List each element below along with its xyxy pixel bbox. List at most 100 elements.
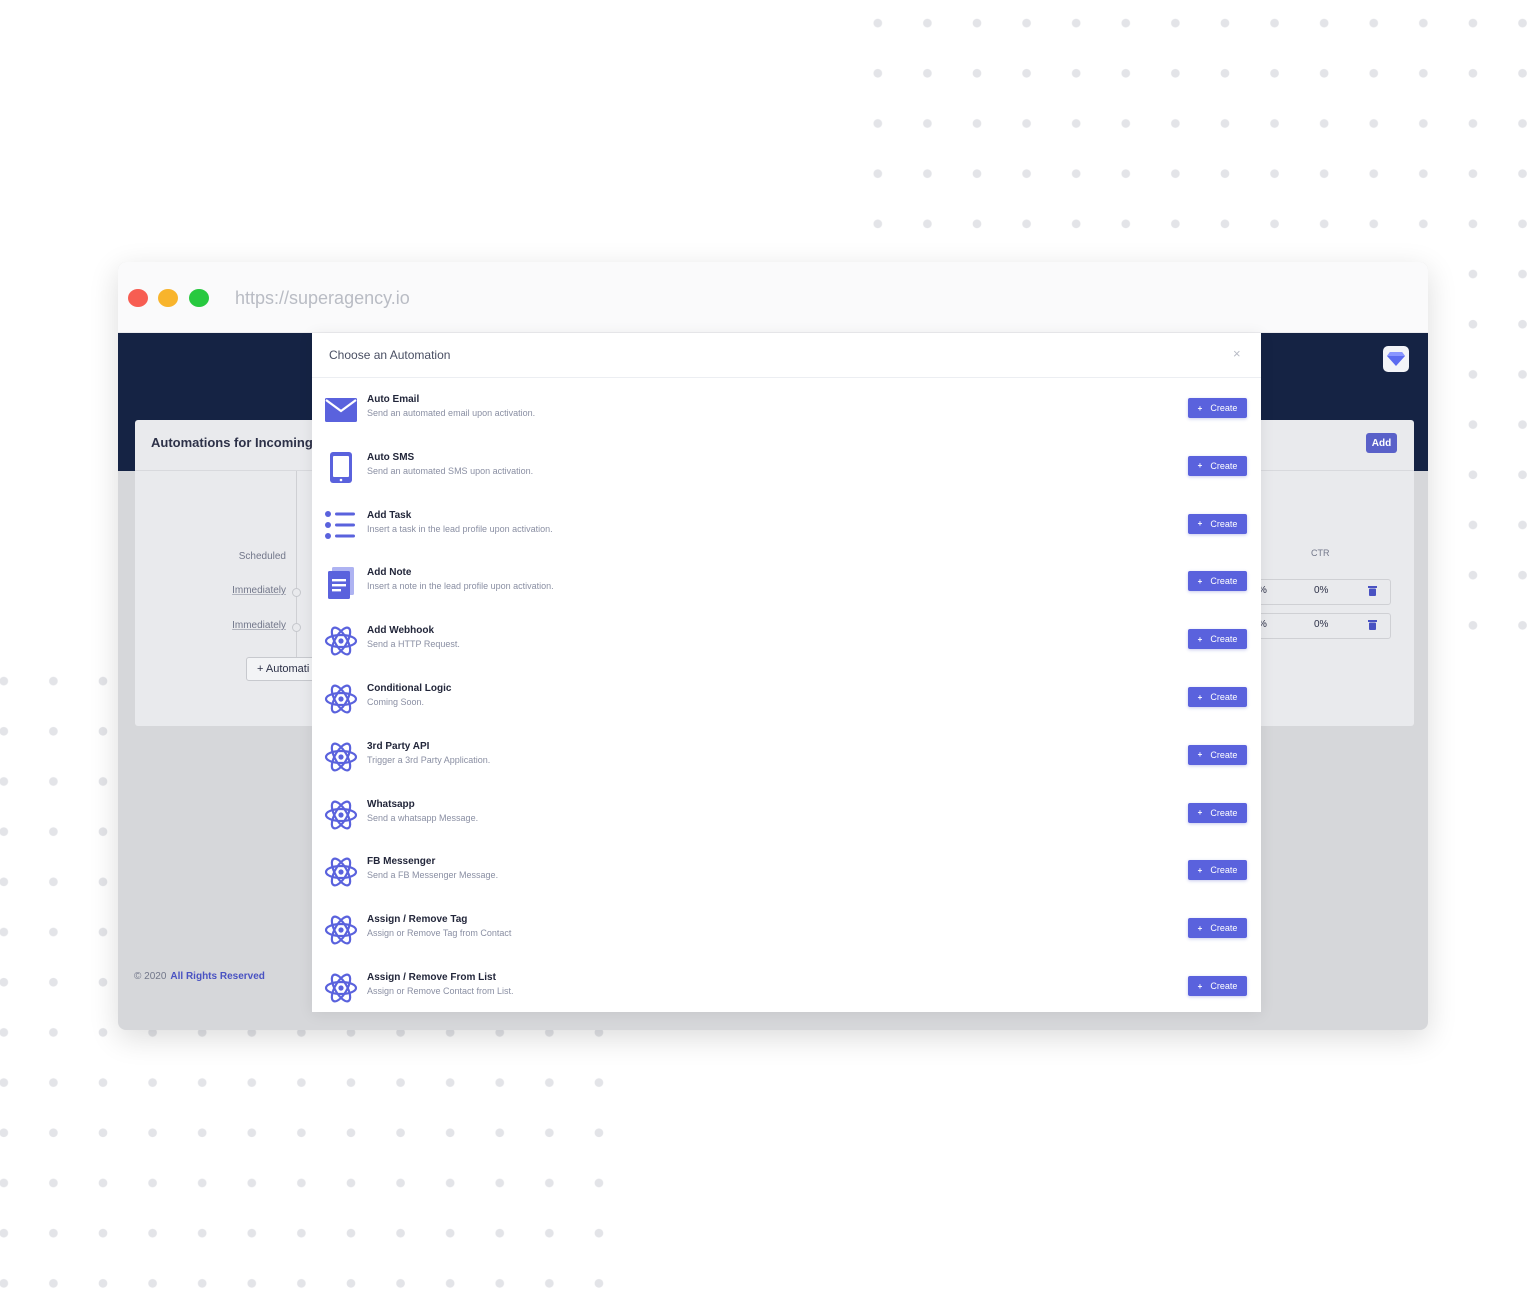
create-button[interactable]: + Create — [1188, 802, 1247, 823]
atom-icon — [324, 740, 358, 774]
automation-item-add-task: Add Task Insert a task in the lead profil… — [312, 503, 1261, 553]
automation-description: Send a whatsapp Message. — [367, 812, 479, 823]
atom-icon — [324, 971, 358, 1005]
browser-titlebar: https://superagency.io — [118, 262, 1428, 333]
automation-name: Auto SMS — [367, 451, 415, 463]
plus-icon: + — [1197, 808, 1203, 818]
timeline-node — [292, 623, 301, 632]
automation-description: Trigger a 3rd Party Application. — [367, 754, 491, 765]
create-button[interactable]: + Create — [1188, 918, 1247, 939]
create-button[interactable]: + Create — [1188, 455, 1247, 476]
automation-name: Auto Email — [367, 394, 420, 405]
automation-item-auto-email: Auto Email Send an automated email upon a… — [312, 387, 1261, 437]
automation-name: Add Webhook — [367, 625, 435, 637]
browser-window: https://superagency.io Automations for I… — [118, 262, 1428, 1030]
atom-icon — [324, 682, 358, 716]
automation-name: Add Task — [367, 509, 412, 521]
create-button[interactable]: + Create — [1188, 629, 1247, 650]
plus-icon: + — [1197, 461, 1203, 471]
create-button[interactable]: + Create — [1188, 744, 1247, 765]
automation-description: Assign or Remove Contact from List. — [367, 986, 514, 996]
timing-link[interactable]: Immediately — [232, 620, 286, 631]
ctr-value: 0% — [1314, 619, 1329, 630]
maximize-window-button[interactable] — [189, 289, 209, 307]
card-title: Automations for Incoming L — [151, 435, 325, 450]
automation-name: Add Note — [367, 567, 412, 579]
timeline-node — [292, 588, 301, 597]
plus-icon: + — [1197, 865, 1203, 875]
automation-item-assign-remove-from-list: Assign / Remove From List Assign or Remov… — [312, 965, 1261, 1015]
create-label: Create — [1210, 576, 1238, 587]
choose-automation-modal: Choose an Automation × Auto Email Send an… — [312, 333, 1261, 1012]
create-label: Create — [1210, 807, 1238, 818]
footer-link[interactable]: All Rights Reserved — [170, 971, 264, 982]
plus-icon: + — [1197, 519, 1203, 529]
plus-icon: + — [1197, 576, 1203, 586]
add-button[interactable]: Add — [1366, 433, 1397, 453]
close-icon[interactable]: × — [1233, 346, 1241, 361]
automation-item-auto-sms: Auto SMS Send an automated SMS upon activ… — [312, 445, 1261, 495]
modal-header: Choose an Automation × — [312, 333, 1261, 378]
automation-item-fb-messenger: FB Messenger Send a FB Messenger Message.… — [312, 849, 1261, 899]
automation-name: Assign / Remove Tag — [367, 914, 468, 926]
create-label: Create — [1210, 403, 1238, 413]
automation-description: Send an automated SMS upon activation. — [367, 465, 534, 476]
task-list-icon — [324, 509, 358, 543]
trash-icon[interactable] — [1368, 586, 1377, 596]
atom-icon — [324, 855, 358, 889]
automation-item-whatsapp: Whatsapp Send a whatsapp Message. + Create — [312, 792, 1261, 842]
create-label: Create — [1210, 749, 1238, 760]
create-label: Create — [1210, 865, 1238, 876]
atom-icon — [324, 913, 358, 947]
ctr-value: 0% — [1314, 585, 1329, 596]
create-button[interactable]: + Create — [1188, 860, 1247, 881]
automation-name: 3rd Party API — [367, 740, 430, 752]
create-label: Create — [1210, 460, 1238, 471]
create-button[interactable]: + Create — [1188, 398, 1247, 418]
create-label: Create — [1210, 923, 1238, 934]
footer-copyright: © 2020 — [134, 971, 167, 982]
plus-icon: + — [1197, 403, 1203, 413]
timeline-line — [296, 471, 297, 666]
automation-item-assign-remove-tag: Assign / Remove Tag Assign or Remove Tag … — [312, 907, 1261, 957]
automation-name: Whatsapp — [367, 798, 415, 810]
address-bar-url[interactable]: https://superagency.io — [235, 288, 410, 309]
automation-description: Send an automated email upon activation. — [367, 408, 536, 418]
plus-icon: + — [1197, 981, 1203, 991]
create-button[interactable]: + Create — [1188, 571, 1247, 592]
create-label: Create — [1210, 518, 1238, 529]
ctr-column-header: CTR — [1311, 548, 1330, 558]
plus-icon: + — [1197, 692, 1203, 702]
automation-name: Assign / Remove From List — [367, 972, 496, 983]
create-button[interactable]: + Create — [1188, 687, 1247, 707]
automation-description: Assign or Remove Tag from Contact — [367, 928, 512, 939]
create-label: Create — [1210, 634, 1238, 645]
close-window-button[interactable] — [128, 289, 148, 307]
timing-link[interactable]: Immediately — [232, 585, 286, 596]
automation-description: Insert a note in the lead profile upon a… — [367, 581, 554, 592]
automation-item-add-webhook: Add Webhook Send a HTTP Request. + Create — [312, 618, 1261, 668]
automation-name: FB Messenger — [367, 856, 436, 868]
trash-icon[interactable] — [1368, 620, 1377, 630]
envelope-icon — [324, 393, 358, 427]
create-label: Create — [1210, 692, 1238, 702]
plus-icon: + — [1197, 750, 1203, 760]
automation-item-3rd-party-api: 3rd Party API Trigger a 3rd Party Applica… — [312, 734, 1261, 784]
app-logo[interactable] — [1383, 346, 1409, 372]
tablet-icon — [324, 451, 358, 485]
automation-description: Send a FB Messenger Message. — [367, 870, 499, 881]
automation-name: Conditional Logic — [367, 683, 452, 694]
atom-icon — [324, 624, 358, 658]
plus-icon: + — [1197, 923, 1203, 933]
atom-icon — [324, 798, 358, 832]
create-button[interactable]: + Create — [1188, 976, 1247, 996]
automation-description: Coming Soon. — [367, 697, 425, 707]
modal-title: Choose an Automation — [329, 348, 451, 362]
automation-item-conditional-logic: Conditional Logic Coming Soon. + Create — [312, 676, 1261, 726]
create-button[interactable]: + Create — [1188, 513, 1247, 534]
note-icon — [324, 566, 358, 600]
page-footer: © 2020 All Rights Reserved — [134, 971, 265, 982]
minimize-window-button[interactable] — [158, 289, 178, 307]
automation-description: Send a HTTP Request. — [367, 639, 460, 650]
plus-icon: + — [1197, 634, 1203, 644]
